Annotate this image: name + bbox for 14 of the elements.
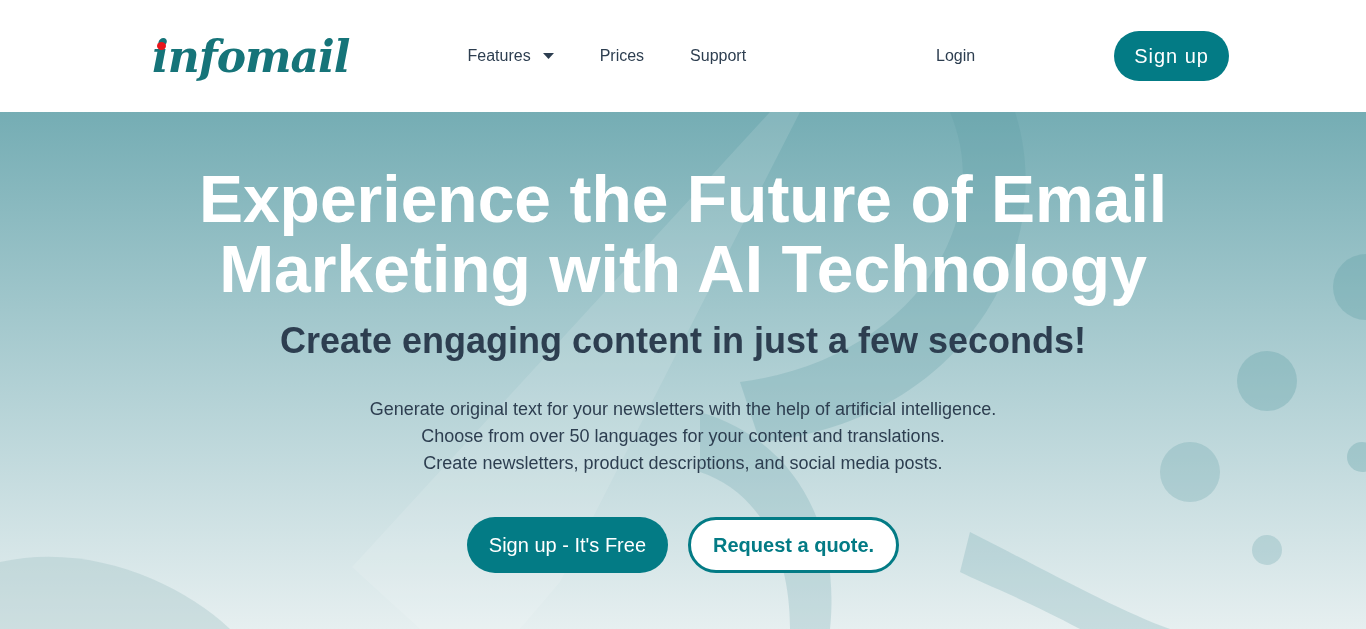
signup-free-button[interactable]: Sign up - It's Free bbox=[466, 517, 669, 573]
nav-link[interactable]: Prices bbox=[599, 47, 645, 65]
nav-link[interactable]: Features bbox=[467, 47, 554, 65]
hero-text: Generate original text for your newsletters with the help of artificial intelligence. bbox=[369, 400, 997, 419]
login-link[interactable]: Login bbox=[936, 47, 976, 65]
hero-text: Create newsletters, product descriptions, and social media posts. bbox=[423, 454, 943, 473]
quote-button[interactable]: Request a quote. bbox=[688, 517, 900, 573]
hero-text: Choose from over 50 languages for your content and translations. bbox=[421, 427, 945, 446]
hero-title: Experience the Future of Email Marketing with AI Technology bbox=[197, 164, 1169, 304]
hero-subtitle: Create engaging content in just a few seconds! bbox=[279, 320, 1087, 362]
caret-icon bbox=[542, 53, 554, 59]
signup-button[interactable]: Sign up bbox=[1114, 31, 1229, 81]
nav-link[interactable]: Support bbox=[690, 47, 747, 65]
logo[interactable]: infomail bbox=[152, 30, 350, 82]
